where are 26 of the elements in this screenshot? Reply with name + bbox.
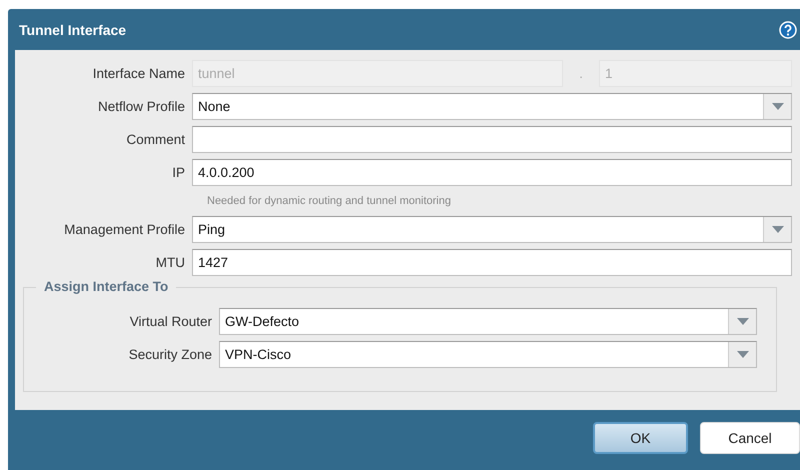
select-field[interactable]: VPN-Cisco xyxy=(219,341,757,368)
field-label: Interface Name xyxy=(92,66,185,81)
field-label: IP xyxy=(171,165,185,180)
cancel-button[interactable]: Cancel xyxy=(700,422,800,454)
field-label: Netflow Profile xyxy=(96,99,185,114)
field-label: Virtual Router xyxy=(128,314,212,329)
window-title: Tunnel Interface xyxy=(19,22,126,38)
hint-text: Needed for dynamic routing and tunnel monitoring xyxy=(207,195,452,207)
separator-text: . xyxy=(578,66,584,81)
input-field[interactable] xyxy=(192,126,792,153)
caret-icon xyxy=(736,318,748,325)
field-label: Comment xyxy=(125,132,185,147)
input-field[interactable]: 1427 xyxy=(192,249,792,276)
select-field[interactable]: GW-Defecto xyxy=(219,308,757,335)
field-label: MTU xyxy=(154,255,185,270)
caret-icon xyxy=(772,103,784,110)
input-field[interactable]: 4.0.0.200 xyxy=(192,159,792,186)
select-field[interactable]: None xyxy=(192,93,792,120)
help-icon[interactable] xyxy=(779,20,797,38)
group-title: Assign Interface To xyxy=(36,279,176,294)
ok-button[interactable]: OK xyxy=(593,422,688,454)
field-label: Management Profile xyxy=(63,222,185,237)
caret-icon xyxy=(736,351,748,358)
select-field[interactable]: Ping xyxy=(192,216,792,243)
caret-icon xyxy=(772,226,784,233)
field-label: Security Zone xyxy=(128,347,212,362)
